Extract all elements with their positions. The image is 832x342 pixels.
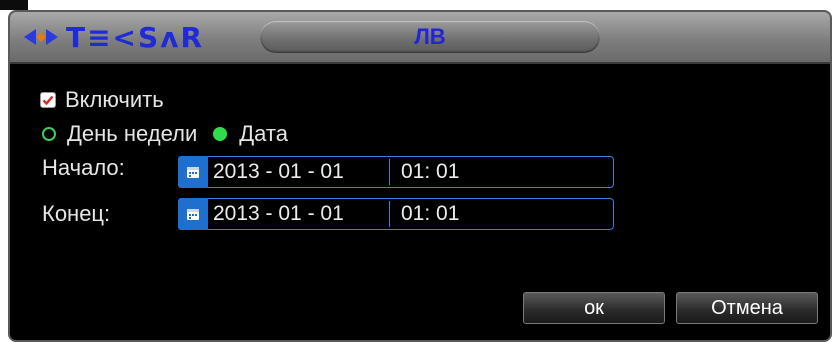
calendar-icon[interactable]: [178, 156, 208, 188]
enable-checkbox[interactable]: [40, 92, 56, 108]
radio-date-label[interactable]: Дата: [239, 121, 288, 147]
dialog-body: Включить День недели Дата Начало: 2013 -…: [10, 64, 830, 340]
start-label: Начало:: [42, 155, 125, 180]
logo-arrows-icon: [24, 28, 58, 46]
start-datetime-field[interactable]: 2013 - 01 - 01 01: 01: [178, 156, 614, 188]
end-time-value[interactable]: 01: 01: [401, 202, 459, 226]
field-divider: [389, 159, 390, 185]
end-label: Конец:: [42, 201, 111, 226]
window-title-pill: ЛВ: [260, 21, 600, 53]
start-date-value[interactable]: 2013 - 01 - 01: [213, 160, 344, 184]
radio-date[interactable]: [213, 127, 228, 141]
dialog-window: T≡<SʌR ЛВ Включить День недели Дата Нача…: [8, 10, 832, 342]
title-bar: T≡<SʌR ЛВ: [10, 12, 830, 64]
window-title: ЛВ: [414, 24, 446, 49]
background-window-edge: [0, 0, 28, 10]
enable-row[interactable]: Включить: [40, 87, 164, 113]
end-datetime-field[interactable]: 2013 - 01 - 01 01: 01: [178, 198, 614, 230]
field-divider: [389, 201, 390, 227]
calendar-icon[interactable]: [178, 198, 208, 230]
checkmark-icon: [42, 95, 54, 106]
start-time-value[interactable]: 01: 01: [401, 160, 459, 184]
cancel-button[interactable]: Отмена: [676, 292, 818, 324]
mode-radio-group: День недели Дата: [42, 121, 288, 147]
enable-label: Включить: [65, 87, 164, 112]
radio-weekday-label[interactable]: День недели: [67, 121, 197, 147]
brand-logo: T≡<SʌR: [24, 20, 204, 54]
radio-weekday[interactable]: [42, 127, 56, 141]
brand-name: T≡<SʌR: [66, 20, 204, 54]
end-date-value[interactable]: 2013 - 01 - 01: [213, 202, 344, 226]
ok-button[interactable]: ок: [523, 292, 665, 324]
